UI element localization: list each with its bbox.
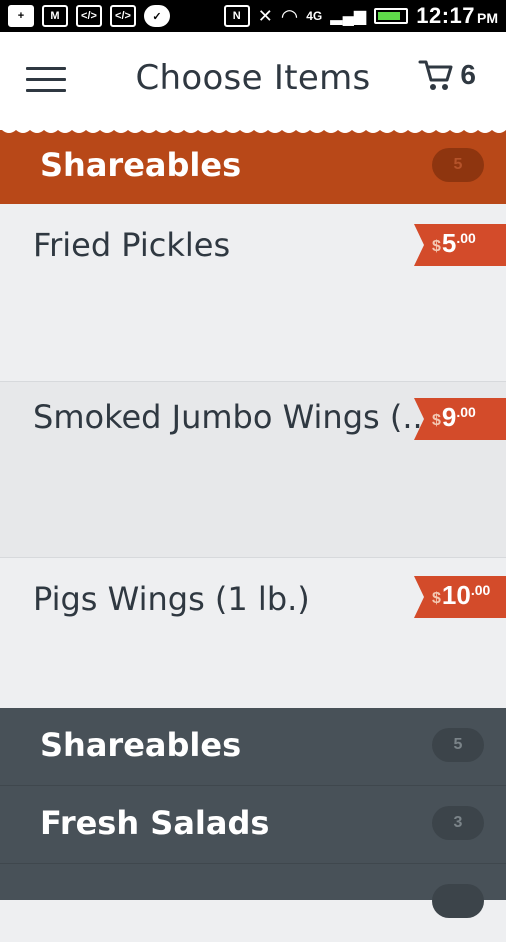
price-tag: $ 9 .00 [414,398,506,440]
item-name: Fried Pickles [33,226,231,264]
price-cents: .00 [456,230,476,246]
price-text: $ 5 .00 [432,228,476,259]
gmail-icon: M [42,5,68,27]
price-value: 5 [441,228,457,258]
price-cents: .00 [470,582,491,598]
price-text: $ 10 .00 [432,580,490,611]
menu-item[interactable]: Pigs Wings (1 lb.) $ 10 .00 [0,558,506,708]
menu-item[interactable]: Smoked Jumbo Wings (... $ 9 .00 [0,382,506,558]
category-nav: Shareables 5 Fresh Salads 3 [0,708,506,918]
price-value: 10 [441,580,471,610]
mute-icon: ✕ [257,5,273,26]
price-currency: $ [432,412,441,429]
network-label: 4G [306,9,323,23]
nav-item-shareables[interactable]: Shareables 5 [0,708,506,786]
price-tag: $ 10 .00 [414,576,506,618]
code-icon: </> [110,5,136,27]
nav-item-count-badge: 5 [432,728,484,762]
nav-item-next[interactable] [0,864,506,942]
nfc-icon: N [223,5,250,27]
status-icons-left: + M </> </> ✓ [8,5,170,27]
nav-item-label: Fresh Salads [40,804,270,842]
signal-icon: ▂▄▆ [330,8,367,25]
app-bar: Choose Items 6 [0,32,506,126]
category-count-badge: 5 [432,148,484,182]
category-header[interactable]: Shareables 5 [0,126,506,204]
item-name: Pigs Wings (1 lb.) [33,580,310,618]
price-value: 9 [441,402,457,432]
nav-item-count-badge: 3 [432,806,484,840]
cart-count: 6 [460,59,476,90]
price-cents: .00 [456,404,476,420]
code-icon: </> [76,5,102,27]
clock-ampm: PM [477,10,498,26]
price-text: $ 9 .00 [432,402,476,433]
category-title: Shareables [40,146,242,184]
status-icons-right: N ✕ ◠ 4G ▂▄▆ 12:17 PM [223,3,498,29]
item-name: Smoked Jumbo Wings (... [33,398,433,436]
wave-edge [0,126,506,133]
clock-time: 12:17 [416,3,475,28]
battery-icon [374,8,409,24]
nav-item-count-badge [432,884,484,918]
wifi-icon: ◠ [280,5,299,28]
status-bar: + M </> </> ✓ N ✕ ◠ 4G ▂▄▆ 12:17 PM [0,0,506,32]
price-currency: $ [432,590,441,607]
check-icon: ✓ [144,5,170,27]
clock: 12:17 PM [416,3,498,29]
price-tag: $ 5 .00 [414,224,506,266]
plus-icon: + [8,5,34,27]
cart-icon [418,60,453,90]
nav-item-label: Shareables [40,726,242,764]
nav-item-fresh-salads[interactable]: Fresh Salads 3 [0,786,506,864]
cart-button[interactable]: 6 [418,58,476,92]
price-currency: $ [432,238,441,255]
menu-item[interactable]: Fried Pickles $ 5 .00 [0,204,506,382]
